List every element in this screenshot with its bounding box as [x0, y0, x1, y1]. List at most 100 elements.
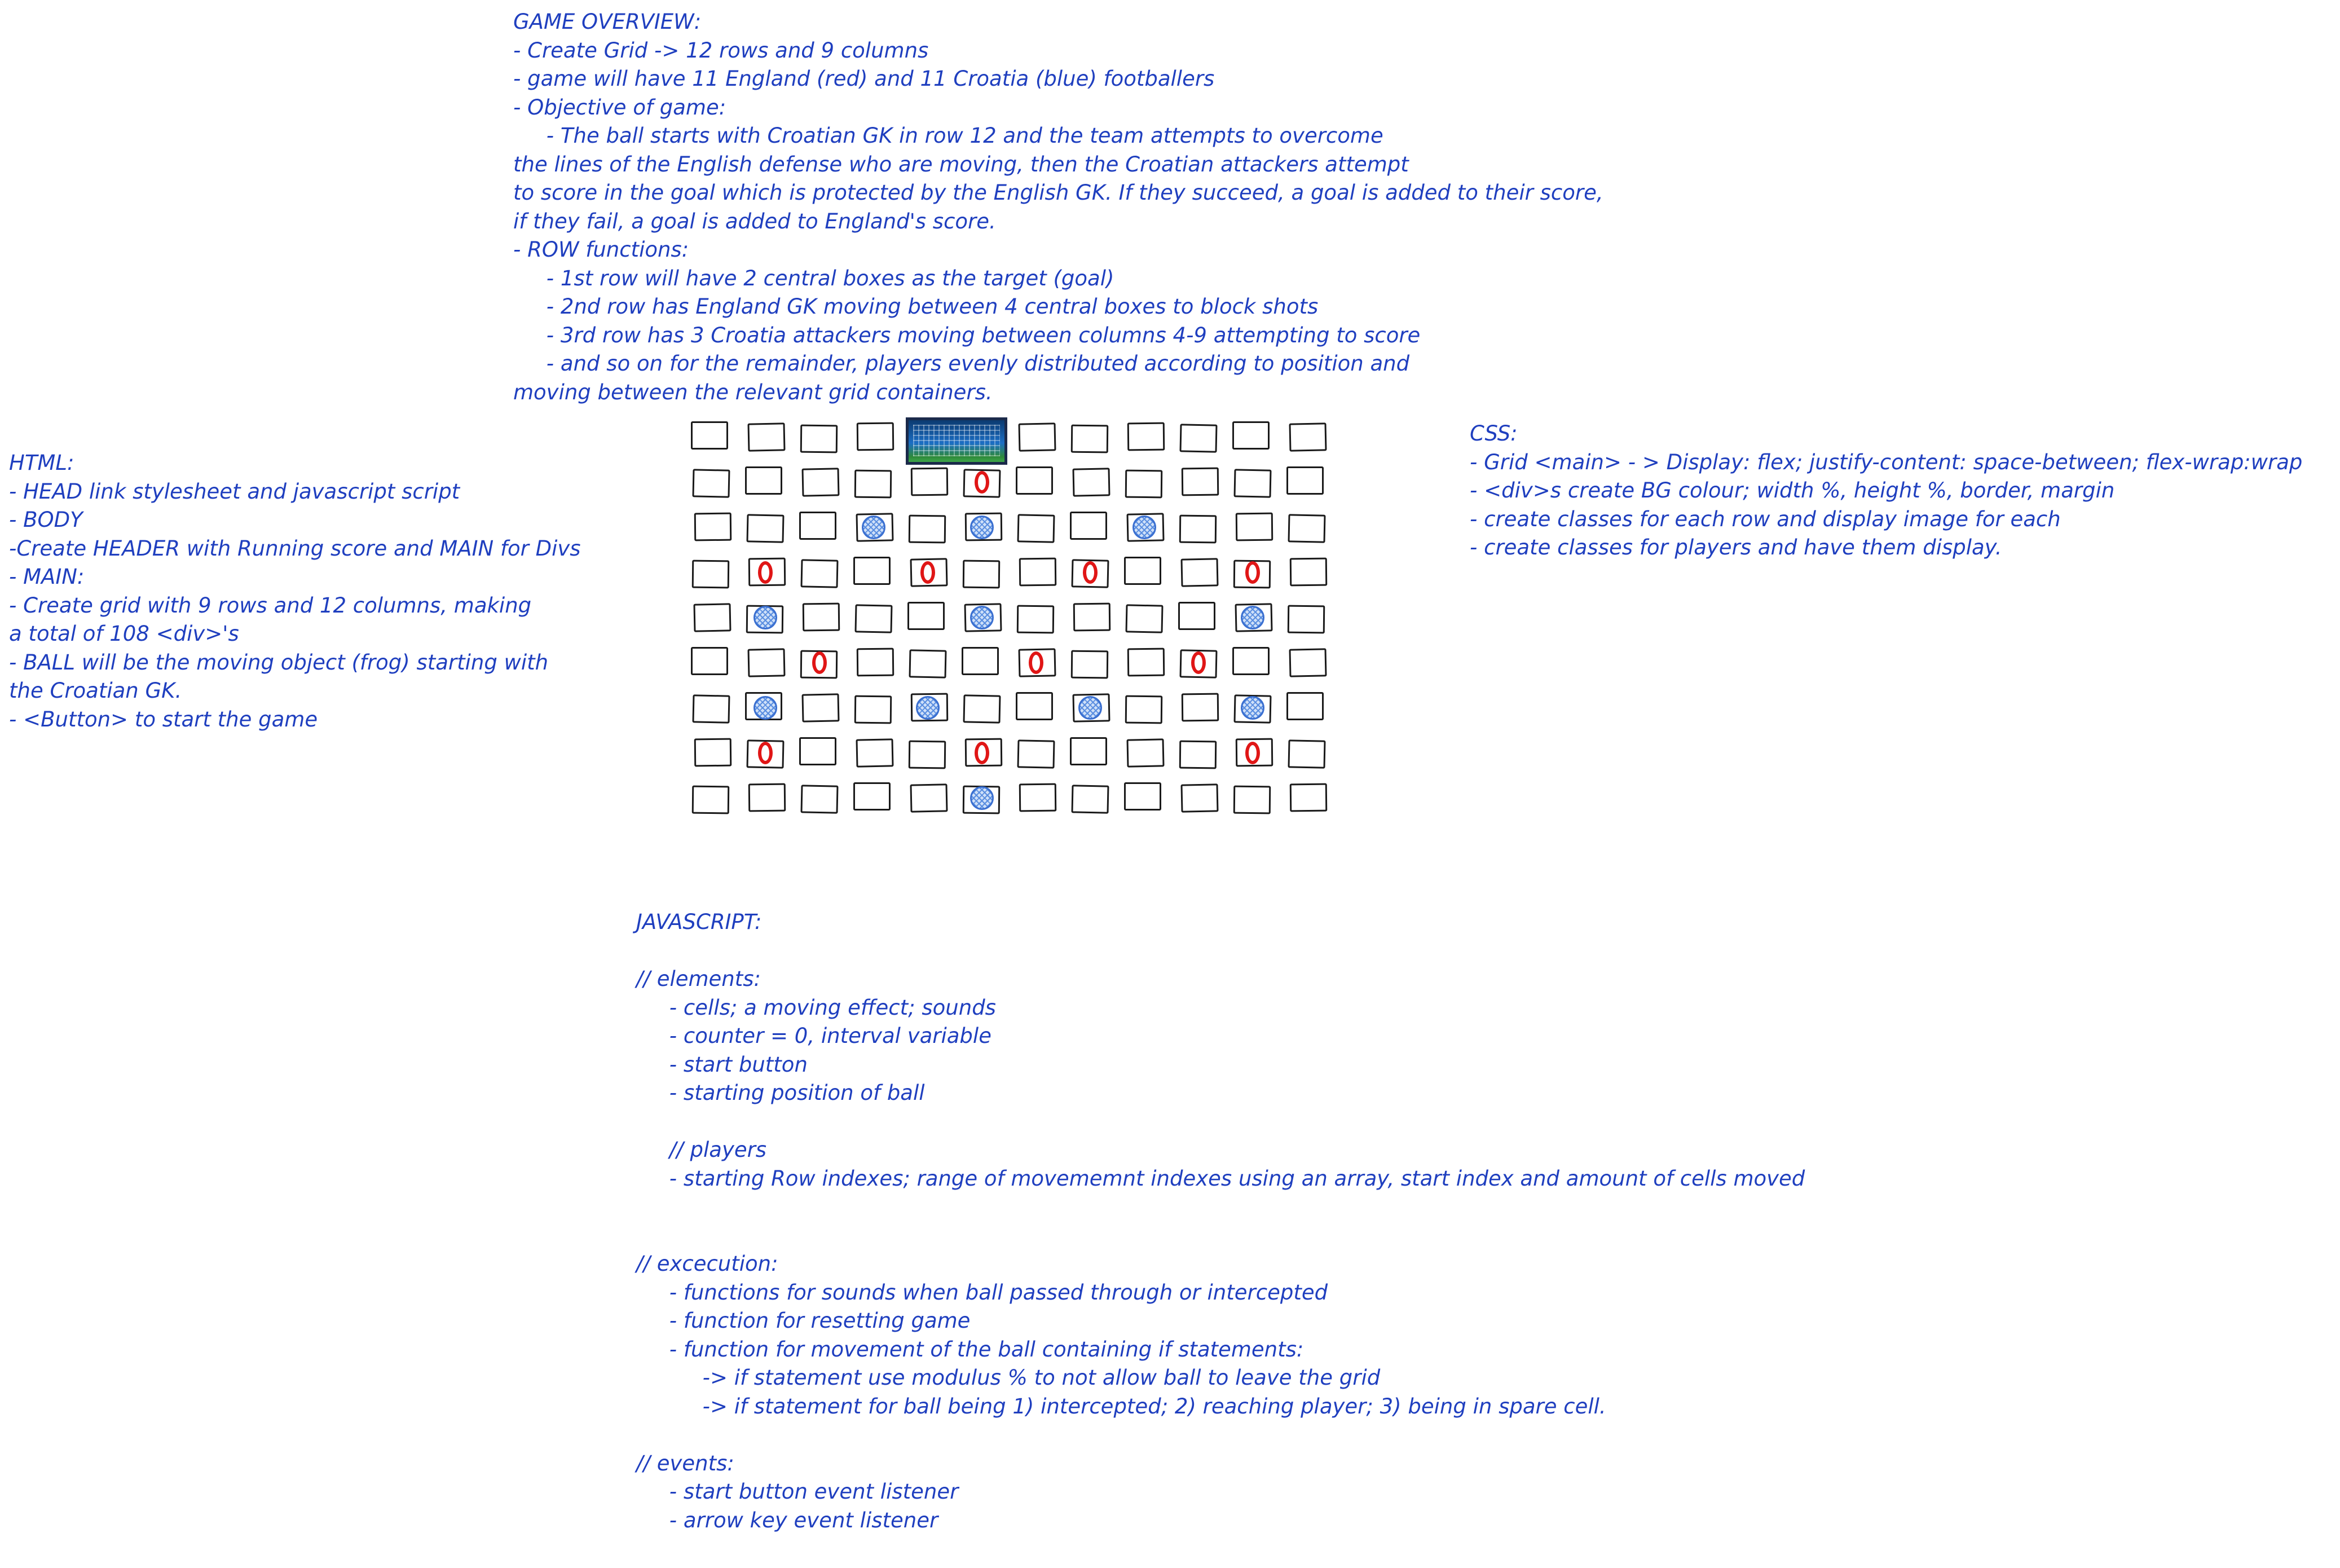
grid-cell	[1288, 513, 1326, 543]
overview-line: GAME OVERVIEW:	[513, 10, 702, 34]
html-note-line: - <Button> to start the game	[9, 707, 318, 732]
js-note-line	[636, 1108, 1805, 1137]
grid-cell	[799, 512, 836, 540]
grid-cell	[1017, 513, 1055, 543]
grid-cell	[1289, 783, 1328, 812]
england-player-marker	[1029, 651, 1043, 674]
grid-cell	[1016, 466, 1053, 495]
js-note-line: // elements:	[636, 967, 761, 991]
croatia-player-marker	[753, 606, 777, 629]
html-note-line: a total of 108 <div>'s	[9, 622, 239, 646]
grid-cell	[1125, 695, 1162, 724]
grid-cell	[691, 785, 729, 814]
grid-cell	[1070, 512, 1107, 540]
grid-cell	[854, 469, 892, 499]
grid-cell	[962, 647, 999, 675]
grid-cell	[909, 783, 948, 813]
overview-line: if they fail, a goal is added to England…	[513, 209, 996, 234]
js-note-line	[636, 1193, 1805, 1222]
grid-cell	[1127, 648, 1165, 676]
goal-image	[906, 417, 1007, 465]
grid-cell	[854, 604, 893, 633]
grid-cell	[1288, 648, 1327, 677]
grid-cell	[1016, 692, 1053, 720]
js-note-line	[636, 1421, 1805, 1450]
grid-cell	[691, 421, 728, 450]
grid-cell	[1070, 424, 1108, 453]
england-player-marker	[758, 742, 773, 764]
overview-line: - 1st row will have 2 central boxes as t…	[513, 266, 1114, 290]
css-note-line: CSS:	[1470, 421, 1518, 446]
croatia-player-marker	[970, 606, 994, 629]
grid-cell	[1125, 469, 1162, 499]
grid-cell	[1181, 467, 1219, 496]
grid-cell	[853, 557, 891, 585]
england-player-marker	[1245, 561, 1260, 584]
grid-cell	[692, 468, 730, 498]
html-note-line: - BALL will be the moving object (frog) …	[9, 650, 549, 675]
grid-cell	[909, 649, 947, 679]
css-note-line: - <div>s create BG colour; width %, heig…	[1470, 478, 2115, 503]
grid-cell	[1127, 422, 1165, 451]
grid-cell	[1019, 557, 1057, 586]
grid-cell	[963, 694, 1001, 724]
js-note-line	[636, 1222, 1805, 1250]
html-note-line: HTML:	[9, 451, 74, 475]
overview-line: moving between the relevant grid contain…	[513, 380, 993, 404]
html-note-line: - Create grid with 9 rows and 12 columns…	[9, 593, 532, 618]
grid-cell	[1233, 468, 1272, 498]
grid-cell	[799, 737, 836, 765]
overview-line: - ROW functions:	[513, 237, 689, 262]
js-note-line: // excecution:	[636, 1252, 778, 1276]
grid-cell	[910, 467, 949, 496]
css-notes: CSS: - Grid <main> - > Display: flex; jus…	[1470, 420, 2302, 562]
game-grid-sketch	[691, 417, 1336, 829]
goal-net	[913, 425, 1000, 456]
js-note-line: - functions for sounds when ball passed …	[636, 1280, 1328, 1305]
grid-cell	[907, 602, 945, 630]
grid-cell	[1017, 422, 1056, 452]
js-note-line	[636, 937, 1805, 966]
grid-cell	[1232, 421, 1270, 450]
grid-cell	[1178, 602, 1215, 630]
grid-cell	[748, 783, 786, 812]
grid-cell	[1019, 783, 1057, 812]
grid-cell	[747, 422, 786, 452]
croatia-player-marker	[1241, 606, 1264, 629]
grid-cell	[1288, 422, 1327, 452]
croatia-player-marker	[1132, 516, 1156, 539]
js-note-line: - counter = 0, interval variable	[636, 1024, 991, 1048]
js-note-line: - start button	[636, 1052, 808, 1077]
grid-cell	[1179, 740, 1217, 769]
grid-cell	[1071, 784, 1109, 814]
croatia-player-marker	[916, 696, 940, 720]
grid-cell	[1017, 739, 1055, 769]
grid-cell	[855, 738, 894, 768]
overview-line: - Create Grid -> 12 rows and 9 columns	[513, 38, 929, 63]
croatia-player-marker	[970, 516, 994, 539]
grid-cell	[800, 558, 839, 588]
html-notes: HTML: - HEAD link stylesheet and javascri…	[9, 449, 581, 734]
js-note-line: - cells; a moving effect; sounds	[636, 995, 996, 1020]
javascript-notes: JAVASCRIPT: // elements: - cells; a movin…	[636, 908, 1805, 1535]
js-note-line: // events:	[636, 1451, 734, 1475]
croatia-player-marker	[1078, 696, 1102, 720]
grid-cell	[693, 603, 731, 632]
js-note-line: - start button event listener	[636, 1479, 959, 1504]
overview-line: - game will have 11 England (red) and 11…	[513, 67, 1215, 91]
grid-cell	[1016, 605, 1054, 634]
grid-cell	[1179, 514, 1217, 544]
grid-cell	[1286, 692, 1324, 720]
grid-cell	[1070, 737, 1107, 765]
grid-cell	[1072, 468, 1110, 497]
grid-cell	[800, 784, 839, 814]
grid-cell	[1126, 738, 1165, 768]
overview-line: - 2nd row has England GK moving between …	[513, 294, 1319, 319]
css-note-line: - create classes for players and have th…	[1470, 535, 2002, 560]
england-player-marker	[758, 561, 773, 584]
grid-cell	[1288, 739, 1326, 769]
grid-cell	[747, 648, 786, 677]
js-note-line: - function for resetting game	[636, 1309, 971, 1333]
croatia-player-marker	[970, 786, 994, 810]
html-note-line: the Croatian GK.	[9, 679, 182, 703]
